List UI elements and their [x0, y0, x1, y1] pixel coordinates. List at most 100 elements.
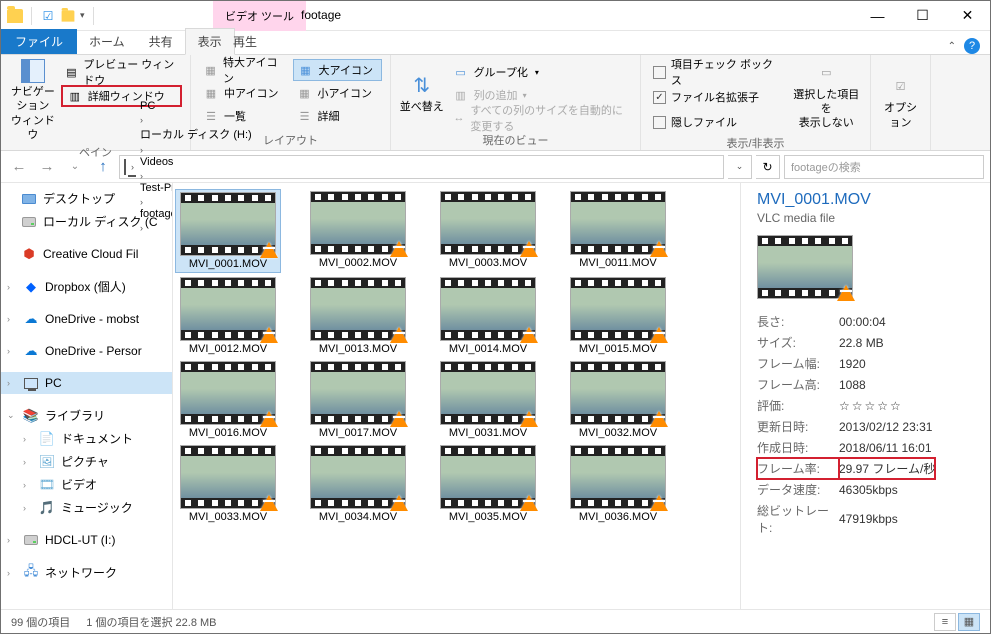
file-item[interactable]: MVI_0014.MOV [435, 275, 541, 357]
close-button[interactable]: ✕ [945, 1, 990, 31]
sidebar-item-libraries[interactable]: ⌄📚ライブラリ [1, 404, 172, 427]
sidebar-item-documents[interactable]: ›📄ドキュメント [1, 427, 172, 450]
size-columns-button[interactable]: ↔すべての列のサイズを自動的に変更する [449, 107, 632, 129]
minimize-button[interactable]: — [855, 1, 900, 31]
file-item[interactable]: MVI_0011.MOV [565, 189, 671, 273]
sidebar-item-onedrive-1[interactable]: ›☁OneDrive - mobst [1, 308, 172, 330]
history-button[interactable]: ⌄ [728, 155, 752, 179]
sidebar-item-music[interactable]: ›🎵ミュージック [1, 496, 172, 519]
sort-button[interactable]: ⇅ 並べ替え [399, 59, 445, 130]
help-icon[interactable]: ? [964, 38, 980, 54]
disk-icon [23, 532, 39, 548]
hide-selected-button[interactable]: ▭ 選択した項目を 表示しない [791, 59, 862, 133]
qat-folder-icon[interactable] [60, 8, 76, 24]
file-item[interactable]: MVI_0001.MOV [175, 189, 281, 273]
group-by-button[interactable]: ▭グループ化 ▾ [449, 61, 632, 83]
expand-icon[interactable]: › [7, 568, 17, 578]
breadcrumb[interactable]: › PC›ローカル ディスク (H:)›Videos›Test-Project›… [119, 155, 724, 179]
sidebar-item-creative-cloud[interactable]: ⬢Creative Cloud Fil [1, 243, 172, 265]
disk-icon [21, 214, 37, 230]
sidebar-item-dropbox[interactable]: ›◆Dropbox (個人) [1, 275, 172, 298]
tab-file[interactable]: ファイル [1, 29, 77, 54]
file-item[interactable]: MVI_0003.MOV [435, 189, 541, 273]
small-icons-button[interactable]: ▦小アイコン [293, 82, 383, 104]
file-item[interactable]: MVI_0033.MOV [175, 443, 281, 525]
expand-icon[interactable]: › [7, 282, 17, 292]
sidebar-item-pc[interactable]: ›PC [1, 372, 172, 394]
back-button[interactable]: ← [7, 155, 31, 179]
maximize-button[interactable]: ☐ [900, 1, 945, 31]
options-button[interactable]: ☑ オプション [879, 59, 922, 146]
breadcrumb-segment[interactable]: Videos [137, 156, 255, 168]
file-name: MVI_0032.MOV [579, 427, 657, 439]
sidebar-item-onedrive-2[interactable]: ›☁OneDrive - Persor [1, 340, 172, 362]
expand-icon[interactable]: › [23, 480, 33, 490]
tab-home[interactable]: ホーム [77, 29, 137, 54]
details-view-toggle[interactable]: ≡ [934, 613, 956, 631]
file-item[interactable]: MVI_0017.MOV [305, 359, 411, 441]
vlc-icon [390, 327, 408, 343]
collapse-ribbon-icon[interactable]: ⌃ [948, 41, 956, 52]
file-item[interactable]: MVI_0031.MOV [435, 359, 541, 441]
expand-icon[interactable]: › [7, 535, 17, 545]
breadcrumb-segment[interactable]: ローカル ディスク (H:) [137, 126, 255, 142]
tab-play[interactable]: 再生 [213, 29, 277, 54]
details-pane-icon: ▥ [67, 88, 83, 104]
large-icons-button[interactable]: ▦大アイコン [293, 59, 383, 81]
file-item[interactable]: MVI_0035.MOV [435, 443, 541, 525]
file-item[interactable]: MVI_0034.MOV [305, 443, 411, 525]
search-input[interactable]: footageの検索 [784, 155, 984, 179]
thumbnails-view-toggle[interactable]: ▦ [958, 613, 980, 631]
chevron-right-icon[interactable]: › [137, 145, 146, 155]
sidebar-item-desktop[interactable]: デスクトップ [1, 187, 172, 210]
expand-icon[interactable]: › [7, 346, 17, 356]
pc-icon [124, 160, 126, 174]
file-item[interactable]: MVI_0032.MOV [565, 359, 671, 441]
network-icon: 🖧 [23, 565, 39, 581]
extra-large-icons-button[interactable]: ▦特大アイコン [199, 59, 289, 81]
file-item[interactable]: MVI_0012.MOV [175, 275, 281, 357]
qat-menu-icon[interactable]: ▾ [80, 10, 85, 21]
preview-pane-button[interactable]: ▤プレビュー ウィンドウ [61, 61, 182, 83]
expand-icon[interactable]: › [23, 503, 33, 513]
sidebar-item-network[interactable]: ›🖧ネットワーク [1, 561, 172, 584]
file-item[interactable]: MVI_0016.MOV [175, 359, 281, 441]
file-item[interactable]: MVI_0015.MOV [565, 275, 671, 357]
pictures-icon: 🖼 [39, 454, 55, 470]
file-item[interactable]: MVI_0036.MOV [565, 443, 671, 525]
expand-icon[interactable]: › [7, 378, 17, 388]
sidebar-item-pictures[interactable]: ›🖼ピクチャ [1, 450, 172, 473]
navigation-tree[interactable]: デスクトップ ローカル ディスク (C ⬢Creative Cloud Fil … [1, 183, 173, 609]
item-checkboxes-toggle[interactable]: 項目チェック ボックス [649, 61, 787, 83]
tab-share[interactable]: 共有 [137, 29, 185, 54]
chevron-right-icon[interactable]: › [128, 162, 137, 172]
breadcrumb-segment[interactable]: PC [137, 100, 255, 112]
file-extensions-toggle[interactable]: ✓ファイル名拡張子 [649, 86, 787, 108]
chevron-right-icon[interactable]: › [137, 115, 146, 125]
collapse-icon[interactable]: ⌄ [7, 410, 17, 421]
file-list[interactable]: MVI_0001.MOVMVI_0002.MOVMVI_0003.MOVMVI_… [173, 183, 740, 609]
expand-icon[interactable]: › [23, 434, 33, 444]
expand-icon[interactable]: › [7, 314, 17, 324]
refresh-button[interactable]: ↻ [756, 155, 780, 179]
video-icon: 🎞 [39, 477, 55, 493]
file-item[interactable]: MVI_0013.MOV [305, 275, 411, 357]
sidebar-item-local-disk[interactable]: ローカル ディスク (C [1, 210, 172, 233]
list-icon: ☰ [297, 108, 313, 124]
hidden-files-toggle[interactable]: 隠しファイル [649, 111, 787, 133]
navigation-pane-button[interactable]: ナビゲーション ウィンドウ [9, 59, 57, 142]
details-view-button[interactable]: ☰詳細 [293, 105, 383, 127]
sidebar-item-hdcl[interactable]: ›HDCL-UT (I:) [1, 529, 172, 551]
vlc-icon [650, 327, 668, 343]
file-item[interactable]: MVI_0002.MOV [305, 189, 411, 273]
forward-button[interactable]: → [35, 155, 59, 179]
up-button[interactable]: ↑ [91, 155, 115, 179]
vlc-icon [260, 495, 278, 511]
chevron-right-icon[interactable]: › [137, 171, 146, 181]
property-label: サイズ: [757, 332, 839, 353]
sidebar-item-video[interactable]: ›🎞ビデオ [1, 473, 172, 496]
qat-check-icon[interactable]: ☑ [40, 8, 56, 24]
expand-icon[interactable]: › [23, 457, 33, 467]
recent-button[interactable]: ⌄ [63, 155, 87, 179]
property-value: 29.97 フレーム/秒 [839, 458, 935, 479]
